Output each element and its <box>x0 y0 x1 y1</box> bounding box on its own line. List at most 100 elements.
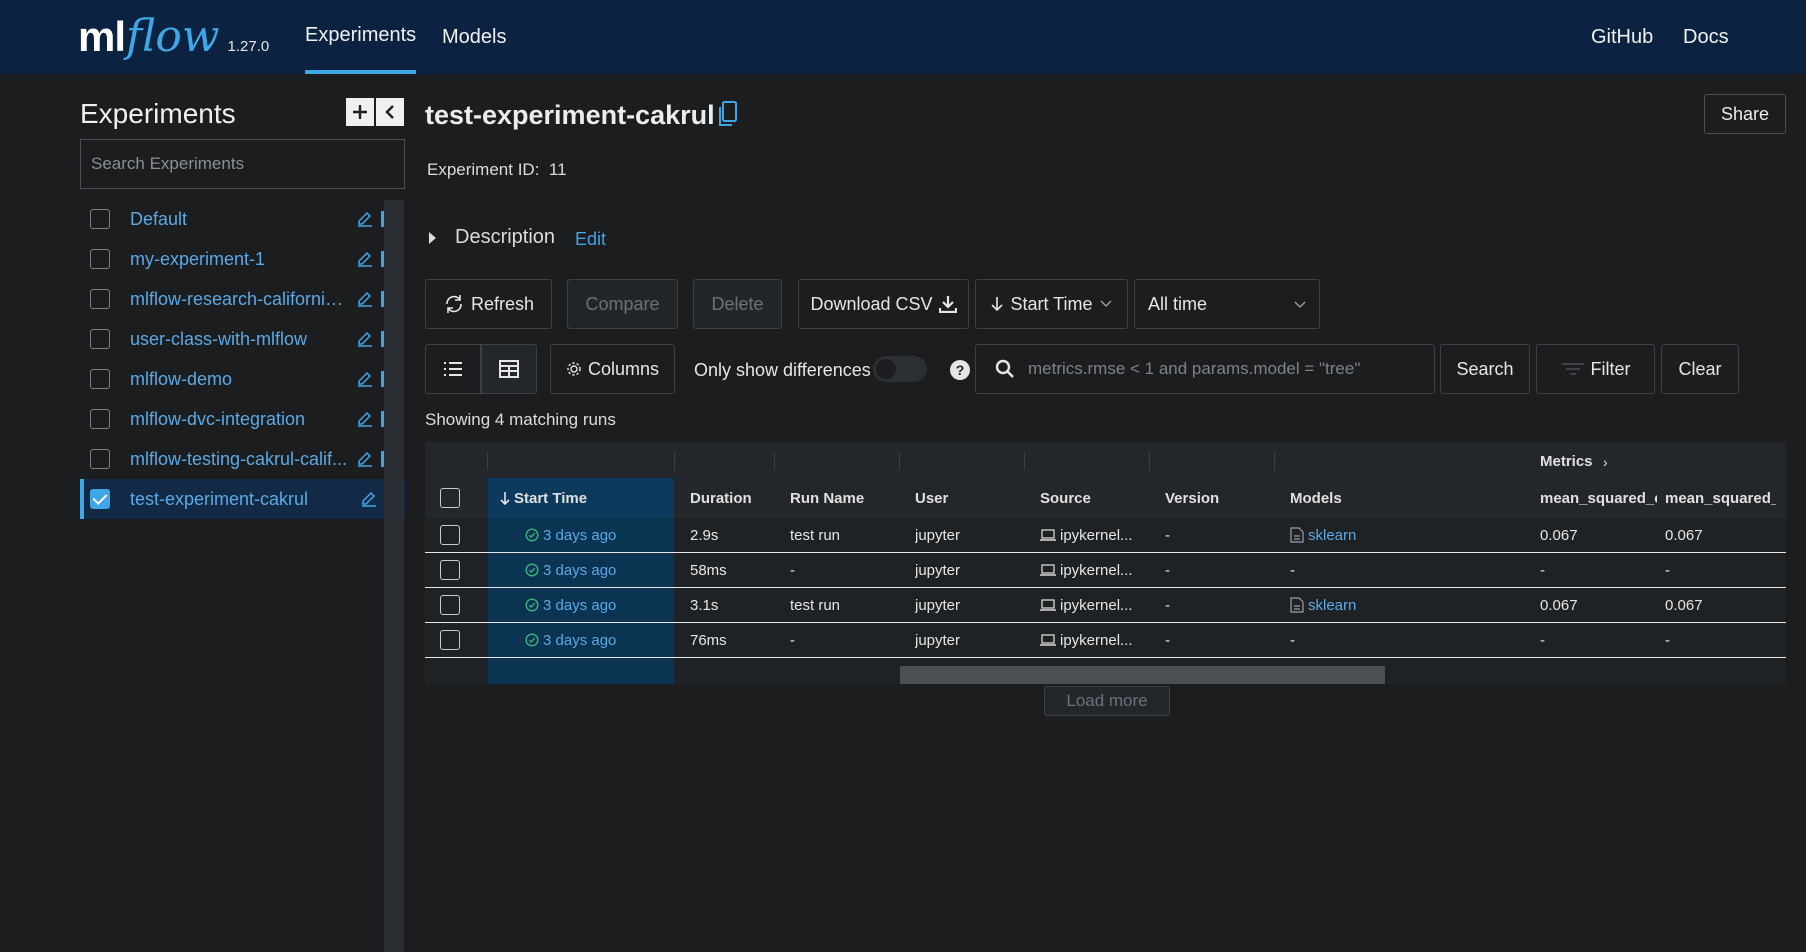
run-start-time[interactable]: 3 days ago <box>525 518 616 552</box>
experiment-checkbox[interactable] <box>90 369 110 389</box>
experiment-item-mlflow-research[interactable]: mlflow-research-california-... <box>80 279 405 319</box>
table-view-button[interactable] <box>481 344 537 394</box>
create-experiment-button[interactable] <box>346 98 374 126</box>
sort-select[interactable]: Start Time <box>975 279 1128 329</box>
model-link[interactable]: sklearn <box>1308 527 1356 544</box>
experiment-checkbox[interactable] <box>90 209 110 229</box>
run-source[interactable]: ipykernel... <box>1040 553 1133 587</box>
metrics-group-label[interactable]: Metrics <box>1540 453 1593 470</box>
run-link[interactable]: 3 days ago <box>543 562 616 579</box>
columns-button[interactable]: Columns <box>550 344 675 394</box>
download-csv-button[interactable]: Download CSV <box>798 279 969 329</box>
caret-right-icon[interactable] <box>429 232 436 244</box>
edit-icon[interactable] <box>360 490 378 508</box>
clear-button[interactable]: Clear <box>1661 344 1739 394</box>
share-button[interactable]: Share <box>1704 94 1786 134</box>
experiment-checkbox[interactable] <box>90 489 110 509</box>
column-header-duration[interactable]: Duration <box>690 478 780 518</box>
edit-icon[interactable] <box>356 370 374 388</box>
edit-icon[interactable] <box>356 410 374 428</box>
filter-button[interactable]: Filter <box>1536 344 1655 394</box>
model-link[interactable]: sklearn <box>1308 597 1356 614</box>
time-range-select[interactable]: All time <box>1134 279 1320 329</box>
column-header-start-time[interactable]: Start Time <box>488 478 674 518</box>
nav-experiments[interactable]: Experiments <box>305 0 417 74</box>
experiment-link[interactable]: mlflow-demo <box>130 369 232 390</box>
experiment-checkbox[interactable] <box>90 289 110 309</box>
model-icon <box>1290 527 1304 543</box>
column-header-run-name[interactable]: Run Name <box>790 478 900 518</box>
run-start-time[interactable]: 3 days ago <box>525 623 616 657</box>
experiment-link[interactable]: my-experiment-1 <box>130 249 265 270</box>
experiment-item-test-experiment-cakrul[interactable]: test-experiment-cakrul <box>80 479 405 519</box>
experiment-checkbox[interactable] <box>90 449 110 469</box>
experiment-link[interactable]: mlflow-testing-cakrul-calif... <box>130 449 347 470</box>
sidebar-scrollbar[interactable] <box>384 200 404 952</box>
compare-button[interactable]: Compare <box>567 279 678 329</box>
collapse-sidebar-button[interactable] <box>376 98 404 126</box>
edit-icon[interactable] <box>356 250 374 268</box>
search-runs-input[interactable] <box>1028 345 1428 393</box>
experiment-checkbox[interactable] <box>90 249 110 269</box>
run-model[interactable]: sklearn <box>1290 518 1356 552</box>
row-checkbox[interactable] <box>440 630 460 650</box>
experiment-item-mlflow-demo[interactable]: mlflow-demo <box>80 359 405 399</box>
run-source[interactable]: ipykernel... <box>1040 623 1133 657</box>
runs-table: Metrics › Start Time Duration Run Name U… <box>425 442 1786 684</box>
nav-github[interactable]: GitHub <box>1591 0 1653 74</box>
experiment-item-my-experiment-1[interactable]: my-experiment-1 <box>80 239 405 279</box>
only-show-differences-toggle[interactable] <box>873 356 927 382</box>
load-more-button[interactable]: Load more <box>1044 686 1170 716</box>
run-source[interactable]: ipykernel... <box>1040 588 1133 622</box>
column-header-user[interactable]: User <box>915 478 1025 518</box>
row-checkbox[interactable] <box>440 595 460 615</box>
refresh-button[interactable]: Refresh <box>425 279 552 329</box>
row-checkbox[interactable] <box>440 560 460 580</box>
run-link[interactable]: 3 days ago <box>543 597 616 614</box>
experiment-link[interactable]: user-class-with-mlflow <box>130 329 307 350</box>
help-icon[interactable]: ? <box>950 360 970 380</box>
description-edit-link[interactable]: Edit <box>575 229 606 250</box>
row-checkbox[interactable] <box>440 525 460 545</box>
nav-models[interactable]: Models <box>442 0 506 74</box>
table-horizontal-scrollbar[interactable] <box>900 666 1385 684</box>
chevron-right-icon[interactable]: › <box>1603 454 1608 470</box>
run-link[interactable]: 3 days ago <box>543 632 616 649</box>
run-start-time[interactable]: 3 days ago <box>525 588 616 622</box>
column-header-metric[interactable]: mean_squared_e <box>1665 478 1776 518</box>
experiment-link[interactable]: mlflow-research-california-... <box>130 289 352 310</box>
column-header-version[interactable]: Version <box>1165 478 1275 518</box>
experiment-link[interactable]: mlflow-dvc-integration <box>130 409 305 430</box>
run-metric: - <box>1665 631 1670 649</box>
check-circle-icon <box>525 633 539 647</box>
copy-icon[interactable] <box>717 100 739 128</box>
experiment-item-mlflow-dvc[interactable]: mlflow-dvc-integration <box>80 399 405 439</box>
search-button[interactable]: Search <box>1440 344 1530 394</box>
nav-docs[interactable]: Docs <box>1683 0 1729 74</box>
edit-icon[interactable] <box>356 210 374 228</box>
experiment-checkbox[interactable] <box>90 409 110 429</box>
edit-icon[interactable] <box>356 330 374 348</box>
experiment-link[interactable]: Default <box>130 209 187 230</box>
run-model[interactable]: sklearn <box>1290 588 1356 622</box>
mlflow-logo[interactable]: ml flow 1.27.0 <box>78 8 269 66</box>
experiment-item-user-class[interactable]: user-class-with-mlflow <box>80 319 405 359</box>
experiment-checkbox[interactable] <box>90 329 110 349</box>
run-source[interactable]: ipykernel... <box>1040 518 1133 552</box>
edit-icon[interactable] <box>356 450 374 468</box>
run-link[interactable]: 3 days ago <box>543 527 616 544</box>
list-view-button[interactable] <box>425 344 481 394</box>
column-header-models[interactable]: Models <box>1290 478 1410 518</box>
edit-icon[interactable] <box>356 290 374 308</box>
column-header-source[interactable]: Source <box>1040 478 1150 518</box>
delete-button[interactable]: Delete <box>693 279 782 329</box>
select-all-checkbox[interactable] <box>440 488 460 508</box>
run-start-time[interactable]: 3 days ago <box>525 553 616 587</box>
experiment-list: Default my-experiment-1 mlflow-research-… <box>80 199 405 519</box>
description-toggle[interactable]: Description <box>455 226 555 249</box>
experiment-item-mlflow-testing[interactable]: mlflow-testing-cakrul-calif... <box>80 439 405 479</box>
column-header-metric[interactable]: mean_squared_e <box>1540 478 1657 518</box>
experiment-link[interactable]: test-experiment-cakrul <box>130 489 308 510</box>
search-experiments-input[interactable] <box>80 139 405 189</box>
experiment-item-default[interactable]: Default <box>80 199 405 239</box>
